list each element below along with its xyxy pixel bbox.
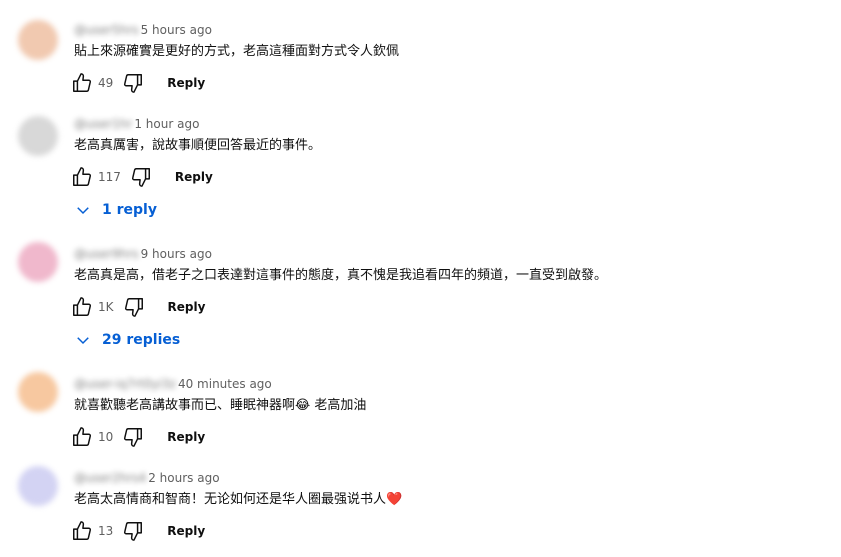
like-count: 49 xyxy=(98,76,114,90)
comment-header: @user-iq7rt0yi3z 40 minutes ago xyxy=(74,376,272,392)
comment-header: @user5hrs 5 hours ago xyxy=(74,22,212,38)
avatar[interactable] xyxy=(18,372,58,412)
dislike-icon[interactable] xyxy=(121,519,145,543)
replies-label: 29 replies xyxy=(102,332,181,348)
author-name[interactable]: @user9hrs xyxy=(74,247,139,261)
view-replies-button[interactable]: 29 replies xyxy=(74,328,180,352)
like-icon[interactable] xyxy=(70,71,94,95)
author-name[interactable]: @user2hrs4 xyxy=(74,471,146,485)
comment-actions: 10 Reply xyxy=(70,425,205,449)
replies-label: 1 reply xyxy=(102,202,157,218)
like-count: 1K xyxy=(98,300,114,314)
timestamp[interactable]: 5 hours ago xyxy=(141,23,212,37)
comment-text: 貼上來源確實是更好的方式，老高這種面對方式令人欽佩 xyxy=(74,44,400,59)
comment-text: 老高真厲害，說故事順便回答最近的事件。 xyxy=(74,138,322,153)
comment-actions: 1K Reply xyxy=(70,295,205,319)
comment-text: 老高太高情商和智商！无论如何还是华人圈最强说书人❤️ xyxy=(74,492,403,507)
reply-button[interactable]: Reply xyxy=(167,430,205,444)
avatar[interactable] xyxy=(18,466,58,506)
like-icon[interactable] xyxy=(70,295,94,319)
avatar[interactable] xyxy=(18,242,58,282)
author-name[interactable]: @user5hrs xyxy=(74,23,139,37)
reply-button[interactable]: Reply xyxy=(168,300,206,314)
avatar[interactable] xyxy=(18,116,58,156)
timestamp[interactable]: 2 hours ago xyxy=(148,471,219,485)
chevron-down-icon xyxy=(77,337,89,345)
like-count: 117 xyxy=(98,170,121,184)
like-icon[interactable] xyxy=(70,165,94,189)
like-icon[interactable] xyxy=(70,519,94,543)
author-name[interactable]: @user1hr xyxy=(74,117,132,131)
dislike-icon[interactable] xyxy=(121,71,145,95)
comment-header: @user9hrs 9 hours ago xyxy=(74,246,212,262)
comment-text: 老高真是高，借老子之口表達對這事件的態度，真不愧是我追看四年的頻道，一直受到啟發… xyxy=(74,268,608,283)
timestamp[interactable]: 1 hour ago xyxy=(134,117,199,131)
like-count: 13 xyxy=(98,524,114,538)
comment-text: 就喜歡聽老高講故事而已、睡眠神器啊😂 老高加油 xyxy=(74,398,367,413)
dislike-icon[interactable] xyxy=(122,295,146,319)
reply-button[interactable]: Reply xyxy=(175,170,213,184)
view-replies-button[interactable]: 1 reply xyxy=(74,198,157,222)
comment-actions: 49 Reply xyxy=(70,71,205,95)
dislike-icon[interactable] xyxy=(129,165,153,189)
comment-actions: 117 Reply xyxy=(70,165,213,189)
dislike-icon[interactable] xyxy=(121,425,145,449)
reply-button[interactable]: Reply xyxy=(167,76,205,90)
author-name[interactable]: @user-iq7rt0yi3z xyxy=(74,377,176,391)
reply-button[interactable]: Reply xyxy=(167,524,205,538)
like-count: 10 xyxy=(98,430,114,444)
comment-actions: 13 Reply xyxy=(70,519,205,543)
like-icon[interactable] xyxy=(70,425,94,449)
timestamp[interactable]: 9 hours ago xyxy=(141,247,212,261)
avatar[interactable] xyxy=(18,20,58,60)
comment-header: @user1hr 1 hour ago xyxy=(74,116,199,132)
comment-header: @user2hrs4 2 hours ago xyxy=(74,470,220,486)
timestamp[interactable]: 40 minutes ago xyxy=(178,377,272,391)
chevron-down-icon xyxy=(77,207,89,215)
